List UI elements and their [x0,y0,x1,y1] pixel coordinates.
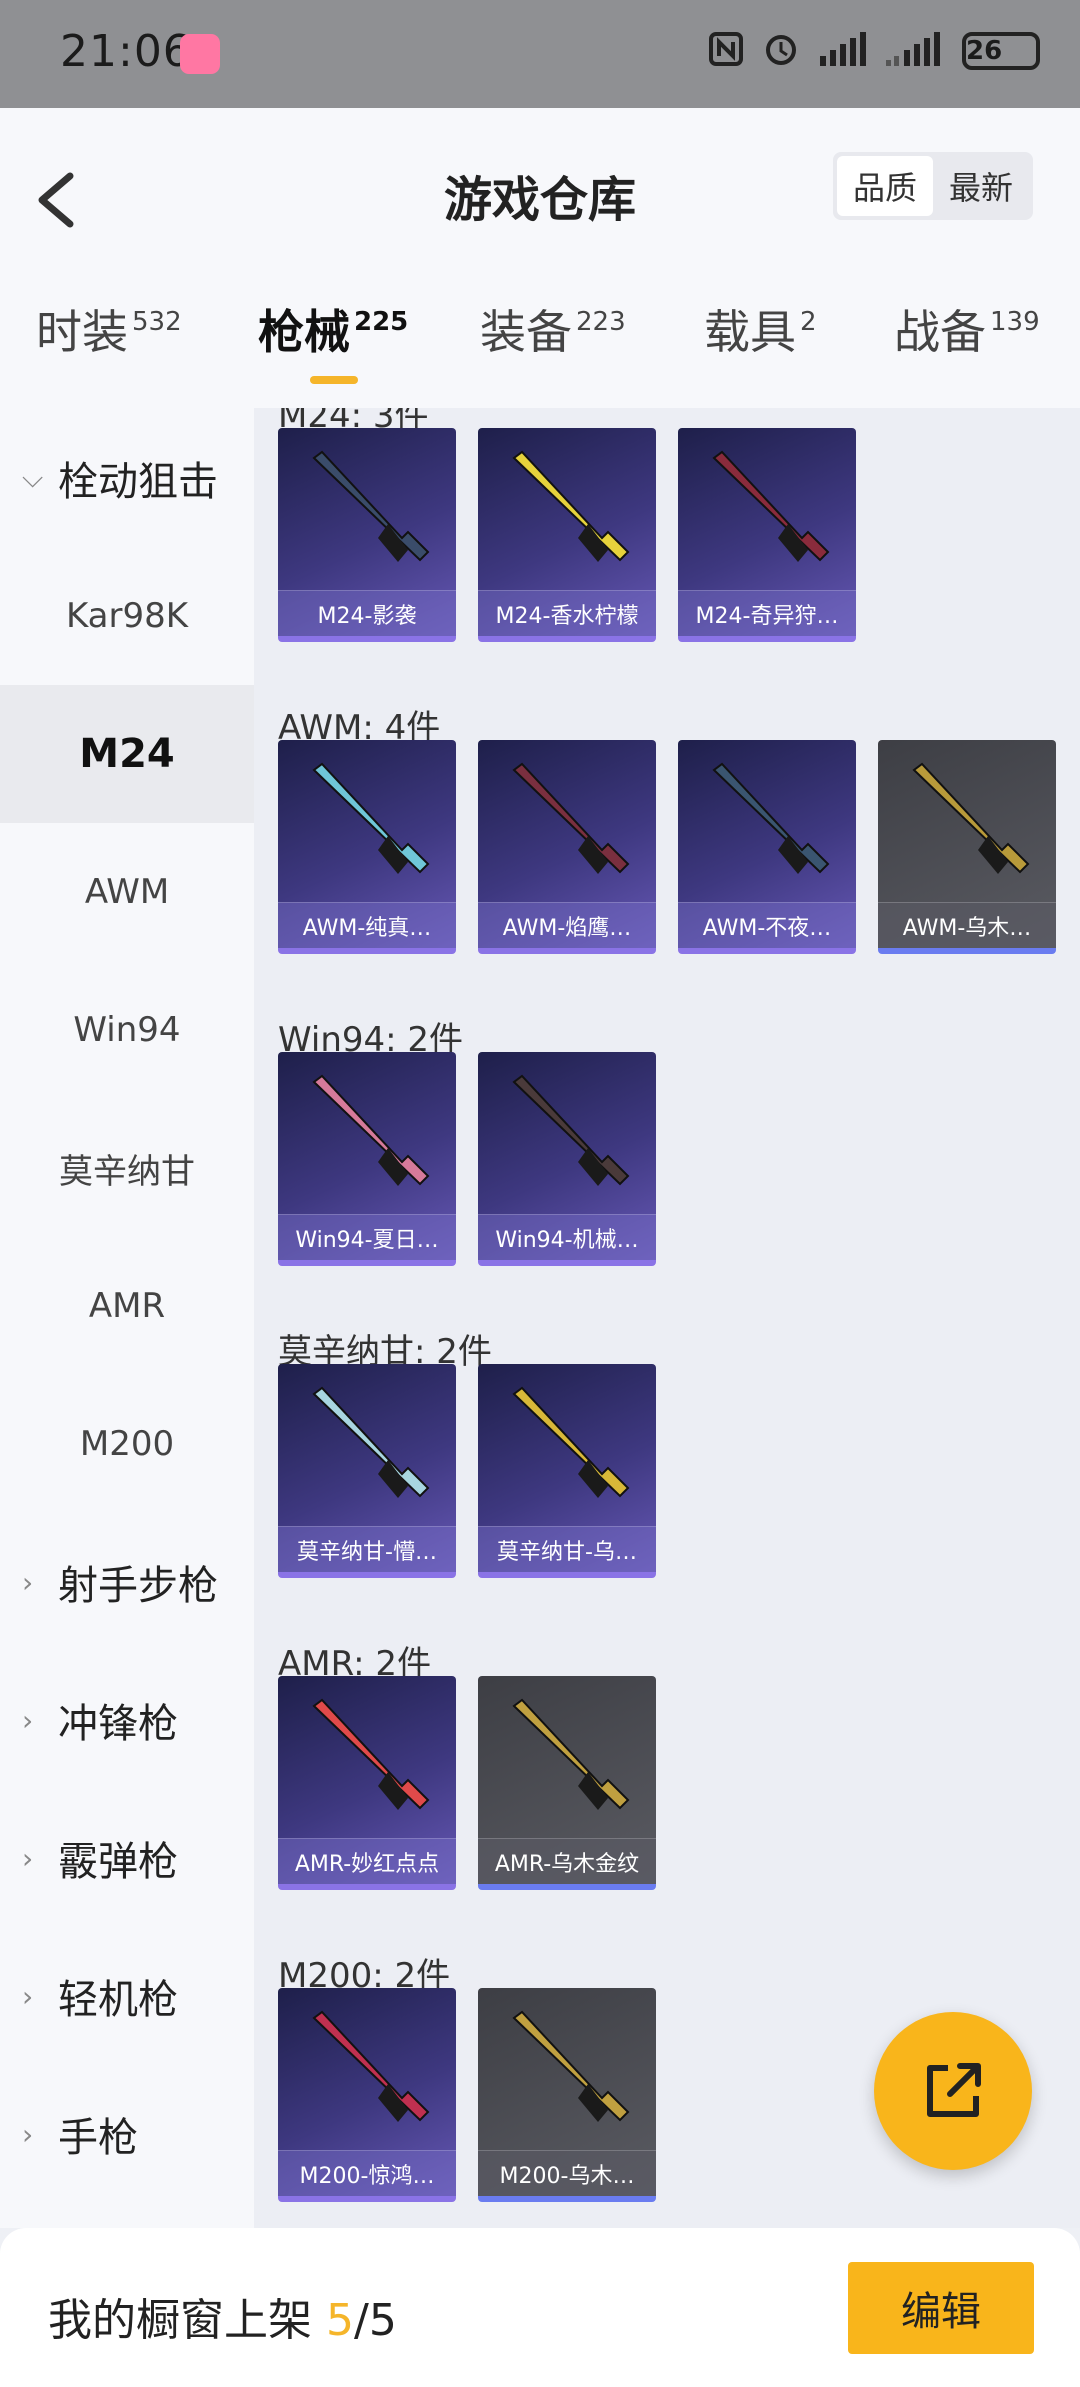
sidebar-item-amr[interactable]: AMR [0,1237,254,1375]
rifle-icon [512,450,630,562]
sidebar-group-pistol[interactable]: › 手枪 [0,2065,254,2203]
sort-toggle: 品质 最新 [833,152,1033,220]
weapon-skin-card[interactable]: AWM-不夜… [678,740,856,954]
rifle-icon [312,1074,430,1186]
weapon-skin-card[interactable]: M200-惊鸿… [278,1988,456,2202]
weapon-skin-name: M24-奇异狩… [678,590,856,636]
sidebar-group-smg[interactable]: › 冲锋枪 [0,1651,254,1789]
sort-quality-button[interactable]: 品质 [837,156,933,216]
weapon-skin-card[interactable]: M24-影袭 [278,428,456,642]
chevron-right-icon: › [22,1979,34,2013]
weapon-skin-card[interactable]: AWM-纯真… [278,740,456,954]
weapon-skin-card[interactable]: AWM-乌木… [878,740,1056,954]
weapon-skin-name: 莫辛纳甘-懵… [278,1526,456,1572]
rifle-icon [512,762,630,874]
alarm-icon [762,30,800,72]
tab-fashion[interactable]: 时装 532 [36,296,182,362]
weapon-skin-name: M200-乌木… [478,2150,656,2196]
showcase-footer: 我的橱窗上架 5/5 编辑 [0,2228,1080,2387]
tab-supplies[interactable]: 战备 139 [894,296,1040,362]
signal-2-icon [884,32,944,70]
weapon-skin-name: Win94-夏日… [278,1214,456,1260]
weapon-skin-card[interactable]: AMR-妙红点点 [278,1676,456,1890]
rifle-icon [312,2010,430,2122]
status-time: 21:06 [60,26,192,77]
tab-equipment[interactable]: 装备 223 [480,296,626,362]
weapon-skin-name: AWM-纯真… [278,902,456,948]
share-button[interactable] [874,2012,1032,2170]
rifle-icon [512,1698,630,1810]
weapon-skin-card[interactable]: AWM-焰鹰… [478,740,656,954]
sidebar-item-mosin[interactable]: 莫辛纳甘 [0,1099,254,1237]
sidebar-group-marksman[interactable]: › 射手步枪 [0,1513,254,1651]
rifle-icon [312,762,430,874]
rifle-icon [712,450,830,562]
nfc-icon [708,31,744,71]
weapon-skin-name: AWM-不夜… [678,902,856,948]
sidebar-group-shotgun[interactable]: › 霰弹枪 [0,1789,254,1927]
sidebar-item-awm[interactable]: AWM [0,823,254,961]
category-tabs: 时装 532 枪械 225 装备 223 载具 2 战备 139 [0,296,1080,386]
tab-vehicles[interactable]: 载具 2 [704,296,817,362]
sidebar-group-lmg[interactable]: › 轻机枪 [0,1927,254,2065]
share-icon [927,2063,981,2117]
weapon-skin-name: AMR-乌木金纹 [478,1838,656,1884]
rifle-icon [512,1386,630,1498]
weapon-skin-name: AMR-妙红点点 [278,1838,456,1884]
chevron-right-icon: › [22,1565,34,1599]
sidebar-group-bolt-action[interactable]: ⌵ 栓动狙击 [0,409,254,547]
weapon-skin-card[interactable]: M24-奇异狩… [678,428,856,642]
rifle-icon [312,450,430,562]
weapon-skin-name: 莫辛纳甘-乌… [478,1526,656,1572]
weapon-skin-name: Win94-机械… [478,1214,656,1260]
showcase-current-count: 5 [326,2295,354,2346]
battery-indicator: 26 [962,32,1040,70]
weapon-skin-card[interactable]: 莫辛纳甘-乌… [478,1364,656,1578]
sort-latest-button[interactable]: 最新 [933,156,1029,216]
weapon-skin-card[interactable]: M24-香水柠檬 [478,428,656,642]
sidebar-item-win94[interactable]: Win94 [0,961,254,1099]
rifle-icon [512,2010,630,2122]
weapon-skin-name: M24-香水柠檬 [478,590,656,636]
weapon-skin-card[interactable]: AMR-乌木金纹 [478,1676,656,1890]
weapon-skin-name: M24-影袭 [278,590,456,636]
weapon-skin-name: M200-惊鸿… [278,2150,456,2196]
weapon-skin-card[interactable]: 莫辛纳甘-懵… [278,1364,456,1578]
status-icons: 26 [708,30,1040,72]
rifle-icon [312,1386,430,1498]
rifle-icon [912,762,1030,874]
sidebar-item-m200[interactable]: M200 [0,1375,254,1513]
chevron-right-icon: › [22,1841,34,1875]
status-bar: 21:06 26 [0,0,1080,108]
edit-showcase-button[interactable]: 编辑 [848,2262,1034,2354]
showcase-total-count: 5 [368,2295,397,2346]
tab-weapons[interactable]: 枪械 225 [258,296,408,384]
weapon-grid: M24: 3件 M24-影袭 M24-香水柠檬 M24-奇异狩… AWM: 4件 AWM-… [254,408,1080,2228]
rifle-icon [512,1074,630,1186]
weapon-skin-name: AWM-乌木… [878,902,1056,948]
chevron-right-icon: › [22,2117,34,2151]
weapon-skin-card[interactable]: Win94-机械… [478,1052,656,1266]
sidebar-item-kar98k[interactable]: Kar98K [0,547,254,685]
chevron-right-icon: › [22,1703,34,1737]
weapon-type-sidebar: ⌵ 栓动狙击 Kar98K M24 AWM Win94 莫辛纳甘 AMR M20… [0,408,254,2228]
header: 游戏仓库 品质 最新 时装 532 枪械 225 装备 223 载具 2 战备 139 [0,108,1080,408]
weapon-skin-card[interactable]: M200-乌木… [478,1988,656,2202]
weapon-skin-card[interactable]: Win94-夏日… [278,1052,456,1266]
weapon-skin-name: AWM-焰鹰… [478,902,656,948]
showcase-status: 我的橱窗上架 5/5 [48,2295,397,2346]
sidebar-item-m24[interactable]: M24 [0,685,254,823]
signal-icon [818,32,866,70]
bilibili-app-icon [180,34,220,74]
rifle-icon [712,762,830,874]
chevron-down-icon: ⌵ [22,461,44,494]
rifle-icon [312,1698,430,1810]
